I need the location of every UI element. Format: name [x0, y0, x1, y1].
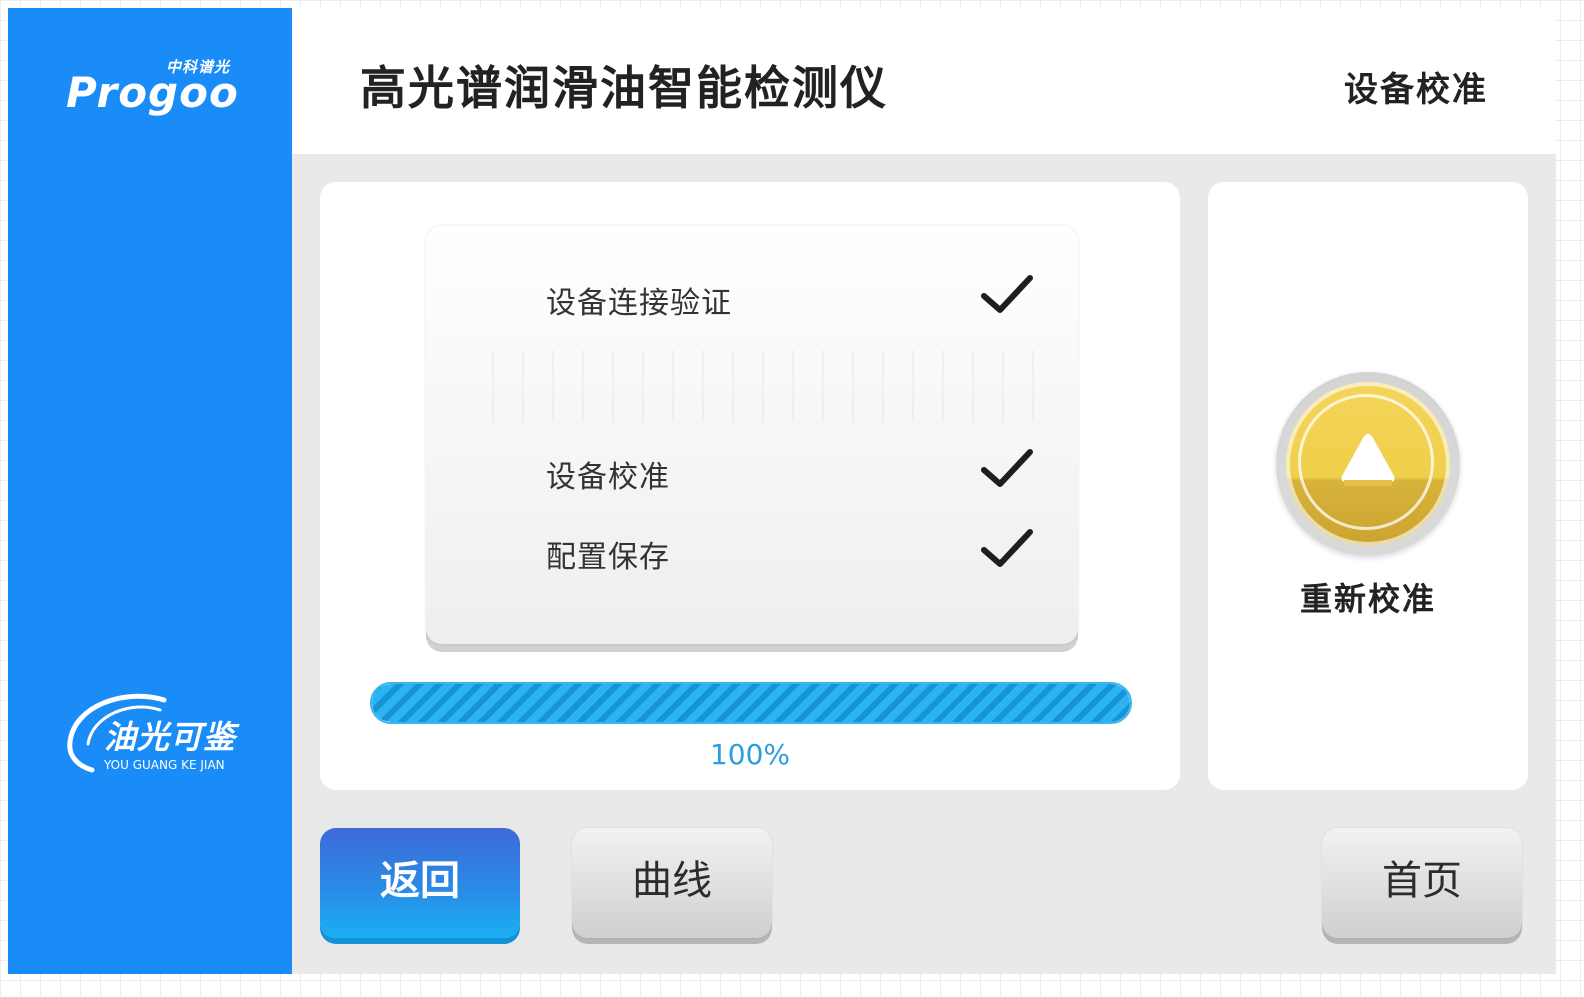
- progress-percent: 100%: [709, 738, 791, 771]
- step-label: 配置保存: [546, 540, 670, 575]
- recalibrate-label[interactable]: 重新校准: [1208, 574, 1528, 620]
- step-save-config: 配置保存: [546, 526, 1046, 576]
- sidebar: 中科谱光 Progoo 油光可鉴 YOU GUANG KE JIAN: [8, 8, 292, 974]
- product-logo: 油光可鉴 YOU GUANG KE JIAN: [64, 686, 244, 781]
- step-label: 设备连接验证: [546, 286, 732, 321]
- curve-button[interactable]: 曲线: [572, 828, 772, 938]
- recalibrate-button[interactable]: [1276, 372, 1460, 556]
- back-button[interactable]: 返回: [320, 828, 520, 938]
- app-window: 中科谱光 Progoo 油光可鉴 YOU GUANG KE JIAN 高光谱润滑…: [8, 8, 1556, 974]
- step-placeholder: [492, 350, 1052, 422]
- product-title: 油光可鉴: [104, 718, 237, 756]
- calibration-panel: 设备连接验证 设备校准 配置保存 100%: [320, 182, 1180, 790]
- check-icon: [981, 529, 1033, 567]
- progress-fill: [372, 684, 1130, 722]
- recalibrate-panel: 重新校准: [1208, 182, 1528, 790]
- progress-bar: [370, 682, 1132, 724]
- check-icon: [981, 275, 1033, 313]
- up-arrow-icon: [1341, 434, 1395, 486]
- app-title: 高光谱润滑油智能检测仪: [360, 61, 888, 115]
- step-connection-verify: 设备连接验证: [546, 272, 1046, 322]
- steps-card: 设备连接验证 设备校准 配置保存: [426, 226, 1078, 644]
- product-subtitle: YOU GUANG KE JIAN: [104, 758, 225, 772]
- step-label: 设备校准: [546, 460, 670, 495]
- brand-wordmark: Progoo: [66, 68, 239, 117]
- recalibrate-button-face: [1286, 382, 1450, 546]
- brand-logo: 中科谱光 Progoo: [66, 56, 239, 117]
- step-calibration: 设备校准: [546, 446, 1046, 496]
- header: 高光谱润滑油智能检测仪 设备校准: [292, 8, 1556, 154]
- check-icon: [981, 449, 1033, 487]
- page-title: 设备校准: [1344, 70, 1488, 110]
- home-button[interactable]: 首页: [1322, 828, 1522, 938]
